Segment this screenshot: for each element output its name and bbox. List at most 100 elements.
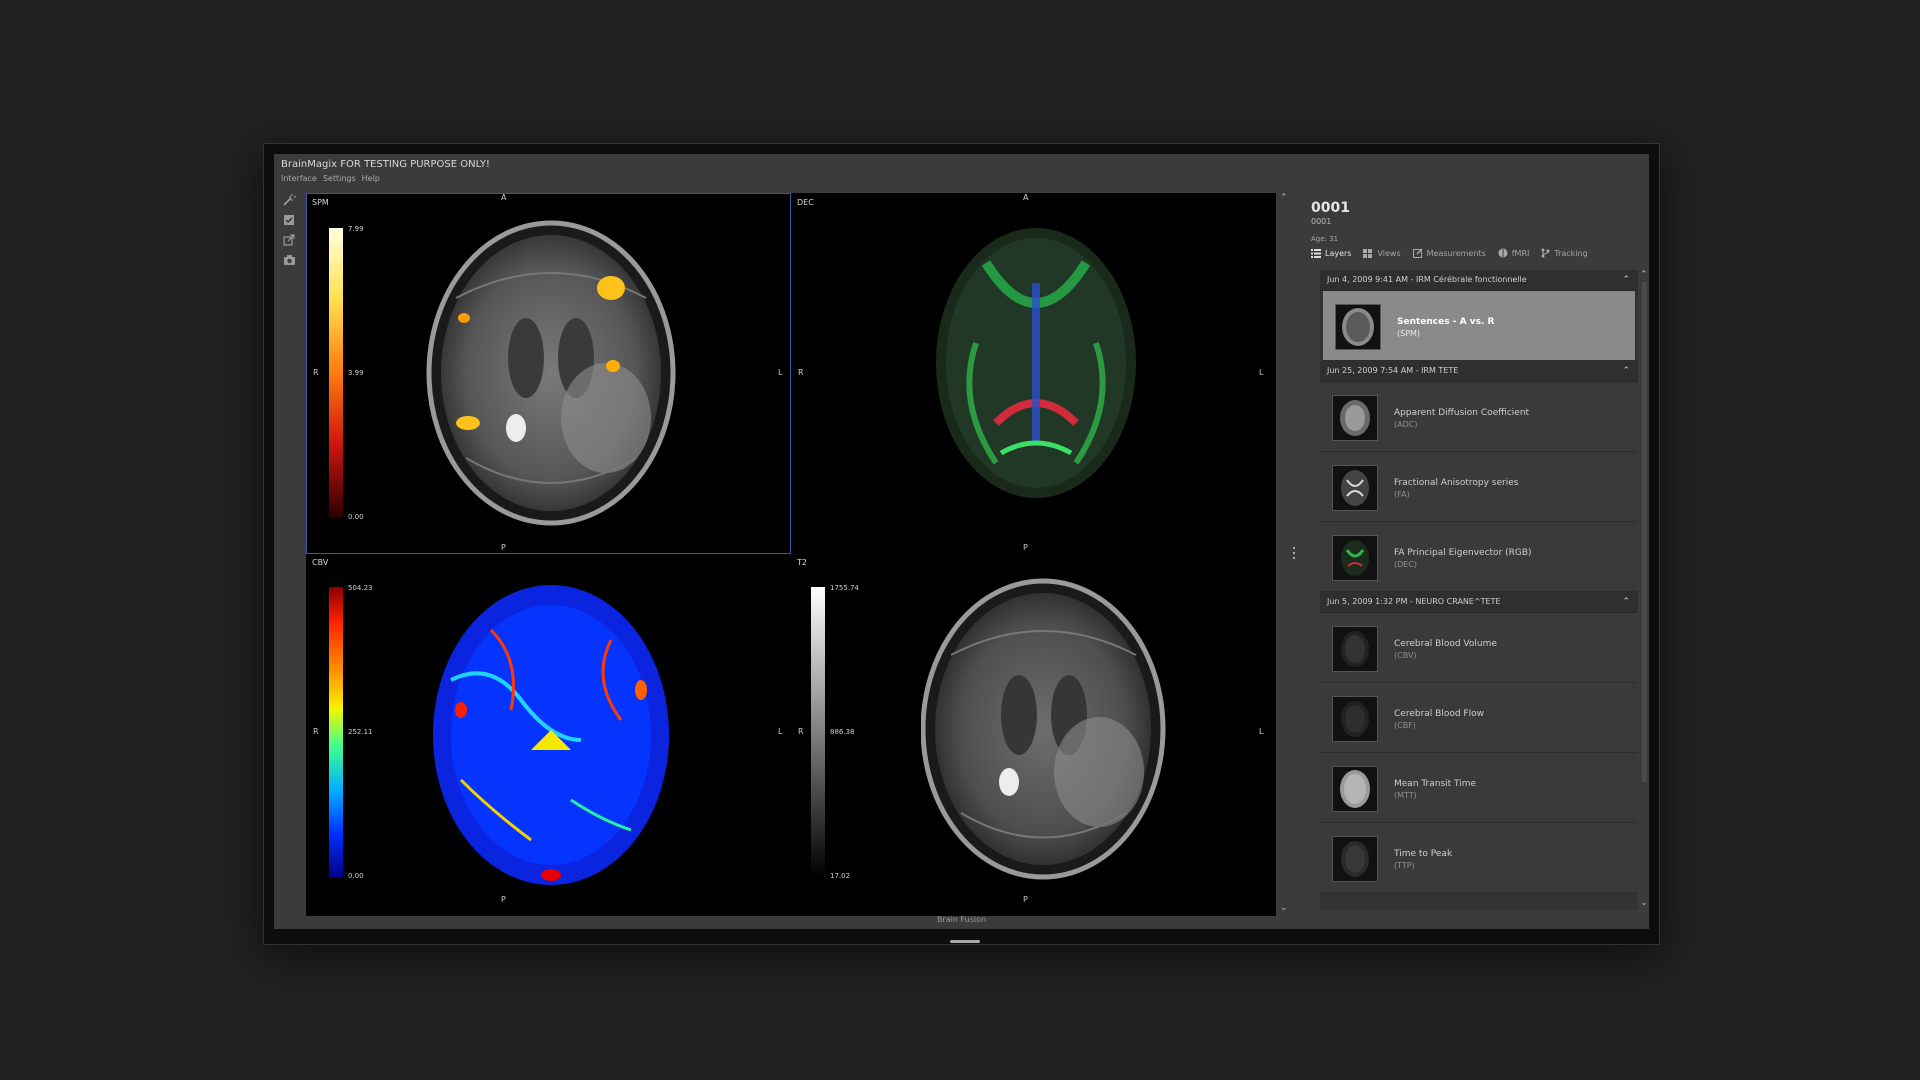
tab-label: fMRI xyxy=(1511,248,1530,258)
item-type: (SPM) xyxy=(1397,329,1421,338)
export-icon[interactable] xyxy=(281,232,297,248)
status-bar: Brain Fusion xyxy=(936,915,987,924)
viewport-cbv[interactable]: CBV A P R L 504.23 252.11 0.00 xyxy=(306,555,791,916)
item-name: Cerebral Blood Volume xyxy=(1394,639,1497,649)
list-item[interactable]: FA Principal Eigenvector (RGB) (DEC) xyxy=(1320,522,1638,592)
group-header-label: Jun 25, 2009 7:54 AM - IRM TETE xyxy=(1327,366,1459,375)
tab-fmri[interactable]: fMRI xyxy=(1498,248,1530,258)
viewport-spm[interactable]: SPM A P R L 7.99 3.99 0.00 xyxy=(306,193,791,554)
left-toolbar xyxy=(274,192,304,912)
tab-tracking[interactable]: Tracking xyxy=(1541,248,1588,258)
colorbar-spm xyxy=(329,228,343,518)
viewport-label: T2 xyxy=(797,558,807,567)
list-item[interactable]: Apparent Diffusion Coefficient (ADC) xyxy=(1320,382,1638,452)
layers-list: Jun 4, 2009 9:41 AM - IRM Cérébrale fonc… xyxy=(1320,270,1638,910)
orientation-top: A xyxy=(501,193,507,202)
right-sidebar: 0001 0001 Age: 31 Layers Views Measureme… xyxy=(1299,193,1649,913)
list-item[interactable]: Cerebral Blood Volume (CBV) xyxy=(1320,613,1638,683)
monitor: BrainMagix FOR TESTING PURPOSE ONLY! Int… xyxy=(263,143,1660,945)
chevron-up-icon[interactable]: ⌃ xyxy=(1280,193,1288,203)
viewport-t2[interactable]: T2 A P R L 1755.74 886.38 17.02 xyxy=(791,555,1276,916)
list-item[interactable]: Time to Peak (TTP) xyxy=(1320,823,1638,893)
item-type: (TTP) xyxy=(1394,861,1415,870)
tab-layers[interactable]: Layers xyxy=(1311,248,1351,258)
menu-settings[interactable]: Settings xyxy=(323,174,356,183)
group-header-label: Jun 4, 2009 9:41 AM - IRM Cérébrale fonc… xyxy=(1327,275,1527,284)
list-icon xyxy=(1311,248,1321,258)
menu-bar: Interface Settings Help xyxy=(281,174,380,183)
chevron-up-icon[interactable]: ⌃ xyxy=(1622,361,1630,381)
item-name: Fractional Anisotropy series xyxy=(1394,478,1519,488)
list-item[interactable]: Sentences - A vs. R (SPM) xyxy=(1323,291,1635,361)
monitor-power-led xyxy=(950,940,980,943)
item-type: (DEC) xyxy=(1394,560,1418,569)
list-item[interactable]: Fractional Anisotropy series (FA) xyxy=(1320,452,1638,522)
item-name: Sentences - A vs. R xyxy=(1397,317,1495,327)
orientation-top: A xyxy=(1023,555,1028,556)
orientation-right: L xyxy=(778,368,783,377)
chevron-up-icon[interactable]: ⌃ xyxy=(1640,270,1648,280)
thumbnail xyxy=(1332,395,1378,441)
layers-scrollbar[interactable]: ⌃ ⌄ xyxy=(1640,270,1649,910)
panel-splitter-handle[interactable] xyxy=(1292,544,1296,568)
image-viewer: SPM A P R L 7.99 3.99 0.00 DEC A P R L C… xyxy=(306,193,1276,916)
menu-help[interactable]: Help xyxy=(362,174,380,183)
patient-name: 0001 xyxy=(1311,200,1350,216)
app-title: BrainMagix FOR TESTING PURPOSE ONLY! xyxy=(281,159,490,170)
colorbar-min: 0.00 xyxy=(348,513,364,521)
item-name: Cerebral Blood Flow xyxy=(1394,709,1484,719)
orientation-right: L xyxy=(1259,727,1264,736)
list-item[interactable]: Mean Transit Time (MTT) xyxy=(1320,753,1638,823)
patient-age: Age: 31 xyxy=(1311,235,1339,243)
group-header[interactable]: Jun 25, 2009 7:54 AM - IRM TETE ⌃ xyxy=(1320,361,1638,382)
orientation-right: L xyxy=(778,727,783,736)
group-header-label: Jun 5, 2009 1:32 PM - NEURO CRANE^TETE xyxy=(1327,597,1501,606)
colorbar-cbv xyxy=(329,587,343,877)
camera-icon[interactable] xyxy=(281,252,297,268)
list-item[interactable]: Cerebral Blood Flow (CBF) xyxy=(1320,683,1638,753)
orientation-left: R xyxy=(798,727,804,736)
orientation-top: A xyxy=(1023,193,1029,202)
tab-label: Measurements xyxy=(1426,248,1486,258)
colorbar-mid: 3.99 xyxy=(348,369,364,377)
mri-dec-image xyxy=(936,228,1136,498)
thumbnail xyxy=(1332,465,1378,511)
viewport-label: DEC xyxy=(797,198,814,207)
item-name: Time to Peak xyxy=(1394,849,1453,859)
thumbnail xyxy=(1332,766,1378,812)
colorbar-min: 17.02 xyxy=(830,872,851,880)
viewport-label: SPM xyxy=(312,198,329,207)
thumbnail xyxy=(1332,626,1378,672)
thumbnail xyxy=(1332,696,1378,742)
group-header[interactable]: Jun 4, 2009 9:41 AM - IRM Cérébrale fonc… xyxy=(1320,270,1638,291)
chevron-up-icon[interactable]: ⌃ xyxy=(1622,592,1630,612)
item-type: (ADC) xyxy=(1394,420,1418,429)
colorbar-max: 1755.74 xyxy=(830,584,859,592)
magic-wand-icon[interactable] xyxy=(281,192,297,208)
viewport-dec[interactable]: DEC A P R L xyxy=(791,193,1276,554)
patient-id: 0001 xyxy=(1311,217,1332,226)
menu-interface[interactable]: Interface xyxy=(281,174,317,183)
checkbox-icon[interactable] xyxy=(281,212,297,228)
title-bar: BrainMagix FOR TESTING PURPOSE ONLY! Int… xyxy=(274,154,1649,190)
colorbar-max: 504.23 xyxy=(348,584,373,592)
mri-spm-image xyxy=(426,220,676,526)
group-header[interactable]: Jun 5, 2009 1:32 PM - NEURO CRANE^TETE ⌃ xyxy=(1320,592,1638,613)
thumbnail xyxy=(1335,304,1381,350)
edit-icon xyxy=(1412,248,1423,258)
thumbnail xyxy=(1332,535,1378,581)
orientation-left: R xyxy=(313,368,319,377)
item-type: (FA) xyxy=(1394,490,1410,499)
tab-measurements[interactable]: Measurements xyxy=(1412,248,1486,258)
colorbar-mid: 252.11 xyxy=(348,728,373,736)
item-name: Mean Transit Time xyxy=(1394,779,1477,789)
colorbar-mid: 886.38 xyxy=(830,728,855,736)
chevron-up-icon[interactable]: ⌃ xyxy=(1622,270,1630,290)
viewer-scrollbar[interactable]: ⌃ ⌄ xyxy=(1279,193,1291,916)
tab-label: Tracking xyxy=(1554,248,1588,258)
tab-views[interactable]: Views xyxy=(1363,248,1401,258)
item-name: FA Principal Eigenvector (RGB) xyxy=(1394,548,1532,558)
item-type: (MTT) xyxy=(1394,791,1417,800)
chevron-down-icon[interactable]: ⌄ xyxy=(1640,898,1648,908)
scrollbar-thumb[interactable] xyxy=(1642,282,1647,782)
